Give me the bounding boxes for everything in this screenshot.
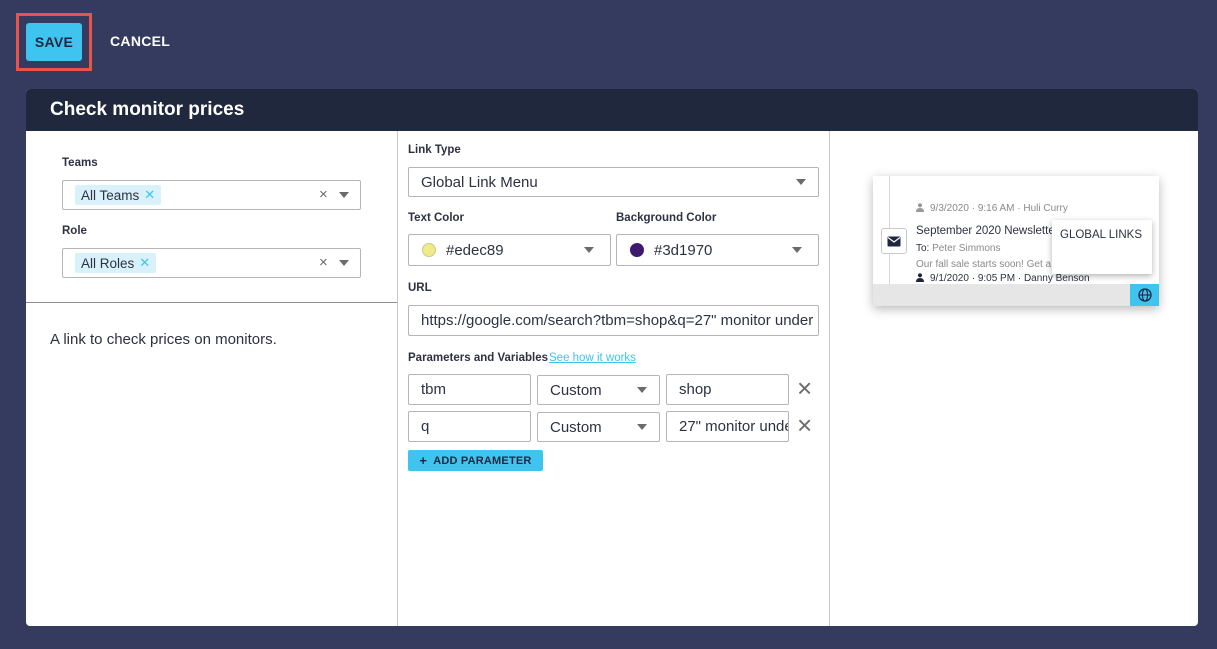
save-button[interactable]: SAVE [26, 23, 82, 61]
params-label: Parameters and Variables [408, 352, 548, 364]
param-name-input[interactable]: tbm [408, 374, 531, 405]
text-color-select[interactable]: #edec89 [408, 234, 611, 266]
link-type-label: Link Type [408, 144, 461, 156]
text-color-label: Text Color [408, 212, 465, 224]
param-name-input[interactable]: q [408, 411, 531, 442]
clear-icon[interactable]: × [319, 187, 328, 202]
email-title: September 2020 Newsletter [916, 225, 1059, 237]
mail-icon [881, 228, 907, 254]
color-swatch [422, 243, 436, 257]
email-meta-text: 9/3/2020 · 9:16 AM · Huli Curry [930, 203, 1068, 214]
add-parameter-label: ADD PARAMETER [433, 454, 532, 467]
cancel-button[interactable]: CANCEL [110, 26, 170, 56]
teams-tag: All Teams ✕ [75, 185, 162, 205]
param-value-input[interactable]: shop [666, 374, 789, 405]
preview-column: 9/3/2020 · 9:16 AM · Huli Curry Septembe… [830, 131, 1198, 626]
teams-select[interactable]: All Teams ✕ × [62, 180, 361, 210]
bg-color-value: #3d1970 [654, 241, 713, 259]
email-recipient: To: Peter Simmons [916, 243, 1000, 254]
clear-icon[interactable]: × [319, 255, 328, 270]
role-tag: All Roles ✕ [75, 253, 157, 273]
remove-param-icon[interactable]: × [797, 375, 812, 401]
remove-param-icon[interactable]: × [797, 412, 812, 438]
bg-color-select[interactable]: #3d1970 [616, 234, 819, 266]
chevron-down-icon[interactable] [339, 260, 349, 266]
email-meta: 9/1/2020 · 9:05 PM · Danny Benson [916, 273, 1090, 284]
chevron-down-icon[interactable] [792, 247, 802, 253]
role-label: Role [62, 225, 87, 237]
teams-label: Teams [62, 157, 98, 169]
color-swatch [630, 243, 644, 257]
preview-footer [873, 284, 1159, 306]
person-icon [916, 203, 924, 212]
role-select[interactable]: All Roles ✕ × [62, 248, 361, 278]
global-links-label: GLOBAL LINKS [1060, 229, 1143, 241]
person-icon [916, 273, 924, 282]
link-settings-column: Link Type Global Link Menu Text Color #e… [398, 131, 830, 626]
url-label: URL [408, 282, 432, 294]
param-type-select[interactable]: Custom [537, 412, 660, 442]
chevron-down-icon[interactable] [584, 247, 594, 253]
chevron-down-icon[interactable] [637, 424, 647, 430]
url-input[interactable]: https://google.com/search?tbm=shop&q=27"… [408, 305, 819, 336]
globe-icon[interactable] [1130, 284, 1159, 306]
chevron-down-icon[interactable] [796, 179, 806, 185]
chevron-down-icon[interactable] [339, 192, 349, 198]
remove-tag-icon[interactable]: ✕ [139, 255, 150, 271]
bg-color-label: Background Color [616, 212, 717, 224]
link-editor-panel: Check monitor prices Teams All Teams ✕ ×… [26, 89, 1198, 626]
global-links-popup[interactable]: GLOBAL LINKS [1052, 220, 1152, 274]
add-parameter-button[interactable]: + ADD PARAMETER [408, 450, 543, 471]
plus-icon: + [419, 453, 428, 468]
preview-card: 9/3/2020 · 9:16 AM · Huli Curry Septembe… [873, 176, 1159, 306]
chevron-down-icon[interactable] [637, 387, 647, 393]
to-label: To: [916, 243, 930, 254]
email-meta: 9/3/2020 · 9:16 AM · Huli Curry [916, 203, 1068, 214]
param-type-value: Custom [550, 381, 602, 399]
remove-tag-icon[interactable]: ✕ [144, 187, 155, 203]
panel-title: Check monitor prices [26, 89, 1198, 131]
see-how-it-works-link[interactable]: See how it works [549, 352, 636, 364]
param-type-value: Custom [550, 418, 602, 436]
teams-tag-label: All Teams [81, 187, 140, 203]
divider [26, 302, 397, 303]
email-meta-text: 9/1/2020 · 9:05 PM · Danny Benson [930, 273, 1090, 284]
audience-column: Teams All Teams ✕ × Role All Roles ✕ × A… [26, 131, 398, 626]
to-name: Peter Simmons [932, 243, 1001, 254]
save-button-highlight: SAVE [16, 13, 92, 71]
link-description[interactable]: A link to check prices on monitors. [50, 331, 277, 348]
link-type-value: Global Link Menu [421, 173, 538, 191]
role-tag-label: All Roles [81, 255, 135, 271]
param-type-select[interactable]: Custom [537, 375, 660, 405]
param-value-input[interactable]: 27" monitor under 200 [666, 411, 789, 442]
link-type-select[interactable]: Global Link Menu [408, 167, 819, 197]
text-color-value: #edec89 [446, 241, 504, 259]
